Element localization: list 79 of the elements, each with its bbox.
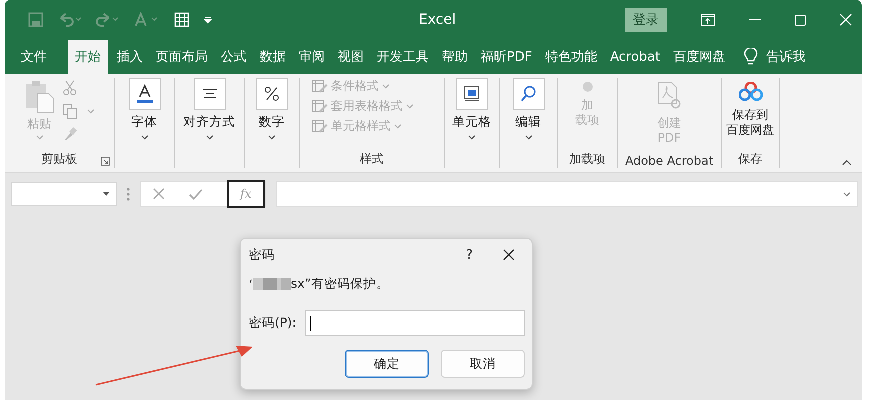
lightbulb-icon[interactable]: [744, 48, 758, 66]
ribbon-tab[interactable]: 数据: [254, 40, 292, 74]
ribbon-tab[interactable]: 福昕PDF: [475, 40, 538, 74]
ribbon-tab[interactable]: 开始: [68, 40, 108, 74]
caret-icon: [394, 124, 402, 129]
formula-input[interactable]: [276, 181, 858, 207]
font-color-icon: [134, 84, 154, 104]
cloud-icon: [738, 82, 762, 102]
ribbon-tab[interactable]: 文件: [15, 40, 53, 74]
format-painter-icon[interactable]: [62, 127, 76, 141]
dialog-button[interactable]: 取消: [441, 350, 525, 378]
ribbon-tab[interactable]: 开发工具: [371, 40, 435, 74]
ribbon-display-icon[interactable]: [701, 14, 715, 26]
clipboard-icon: [24, 80, 54, 114]
cancel-icon[interactable]: [153, 188, 165, 200]
caret-icon: [206, 135, 214, 140]
dialog-message: sx”有密码保护。: [290, 276, 390, 292]
search-icon: [520, 85, 538, 103]
cut-icon[interactable]: [62, 80, 76, 96]
window-title: Excel: [419, 12, 456, 28]
caret-icon: [406, 104, 414, 109]
style-icon: [312, 100, 328, 114]
ribbon-tab[interactable]: 视图: [332, 40, 370, 74]
name-box[interactable]: [11, 182, 117, 206]
check-icon[interactable]: [189, 188, 203, 200]
ribbon-tab[interactable]: 公式: [215, 40, 253, 74]
ribbon-tab[interactable]: 审阅: [293, 40, 331, 74]
group-label: 加载项: [570, 151, 606, 168]
caret-icon[interactable]: [86, 109, 94, 114]
ribbon-tab[interactable]: 插入: [111, 40, 149, 74]
ribbon-tab[interactable]: 特色功能: [539, 40, 604, 74]
dropdown-arrow-icon: [103, 192, 110, 196]
undo-icon[interactable]: [58, 12, 82, 28]
group-label: 剪贴板: [42, 151, 78, 168]
expand-caret-icon: [843, 192, 851, 196]
group-label: Adobe Acrobat: [625, 154, 714, 168]
align-icon: [202, 89, 216, 99]
cells-icon: [462, 84, 482, 104]
ribbon-tab[interactable]: 页面布局: [150, 40, 214, 74]
redo-icon[interactable]: [96, 12, 120, 28]
dialog-title: 密码: [249, 246, 275, 264]
maximize-icon[interactable]: [795, 14, 806, 26]
group-label: 样式: [360, 151, 384, 168]
style-icon: [312, 80, 328, 94]
login-button[interactable]: 登录: [625, 8, 667, 32]
customize-caret-icon[interactable]: [204, 16, 212, 24]
drag-handle-icon[interactable]: [127, 188, 130, 200]
field-label: 密码(P):: [249, 314, 297, 332]
caret-icon: [468, 135, 476, 140]
password-field[interactable]: [304, 310, 525, 336]
ribbon-tab[interactable]: 帮助: [436, 40, 474, 74]
blurred-filename: [252, 277, 291, 291]
caret-icon: [382, 84, 390, 89]
dialog-launcher-icon[interactable]: [101, 157, 110, 166]
tell-me-button[interactable]: 告诉我: [760, 40, 812, 74]
help-button[interactable]: ?: [466, 248, 473, 262]
table-icon[interactable]: [174, 12, 190, 28]
ribbon-button[interactable]: 对齐方式: [184, 78, 236, 140]
caret-icon: [140, 135, 148, 140]
ribbon-button[interactable]: 保存到 百度网盘: [726, 78, 774, 138]
ribbon-button[interactable]: 单元格: [452, 78, 492, 140]
ribbon-tab[interactable]: 百度网盘: [667, 40, 732, 74]
document-link-icon: [658, 82, 682, 110]
quote-mark: ‘: [249, 276, 253, 292]
style-icon: [312, 120, 328, 134]
save-icon[interactable]: [28, 12, 44, 28]
caret-icon: [268, 135, 276, 140]
ribbon-tab[interactable]: Acrobat: [604, 40, 666, 74]
group-label: 保存: [738, 151, 762, 168]
collapse-ribbon-icon[interactable]: [842, 160, 852, 166]
caret-icon: [36, 135, 44, 140]
font-color-icon[interactable]: [134, 12, 160, 28]
copy-icon[interactable]: [62, 104, 76, 119]
minimize-icon[interactable]: [749, 19, 761, 21]
caret-icon: [524, 135, 532, 140]
close-icon[interactable]: [503, 249, 515, 261]
dot-icon: [582, 82, 592, 92]
percent-icon: [264, 86, 280, 102]
dialog-button[interactable]: 确定: [345, 350, 429, 378]
